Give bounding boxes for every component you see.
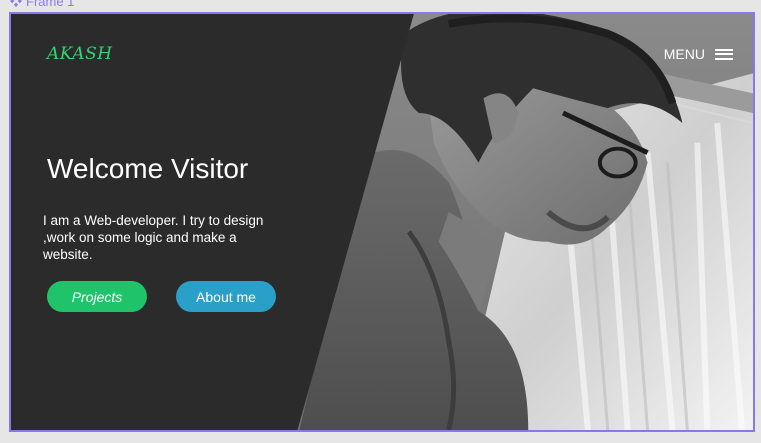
menu-label: MENU [663, 46, 705, 62]
hero-title: Welcome Visitor [47, 153, 249, 184]
about-me-button[interactable]: About me [176, 281, 276, 312]
site-logo[interactable]: AKASH [47, 44, 113, 64]
projects-button[interactable]: Projects [47, 281, 147, 312]
frame-icon [10, 0, 22, 7]
hero-frame: AKASH MENU Welcome Visitor I am a Web-de… [9, 12, 755, 432]
menu-button[interactable]: MENU [664, 46, 733, 62]
canvas-frame-label[interactable]: Frame 1 [10, 0, 75, 9]
frame-label-text: Frame 1 [26, 0, 75, 9]
hero-description: I am a Web-developer. I try to design ,w… [43, 213, 264, 262]
hamburger-icon [715, 48, 733, 60]
